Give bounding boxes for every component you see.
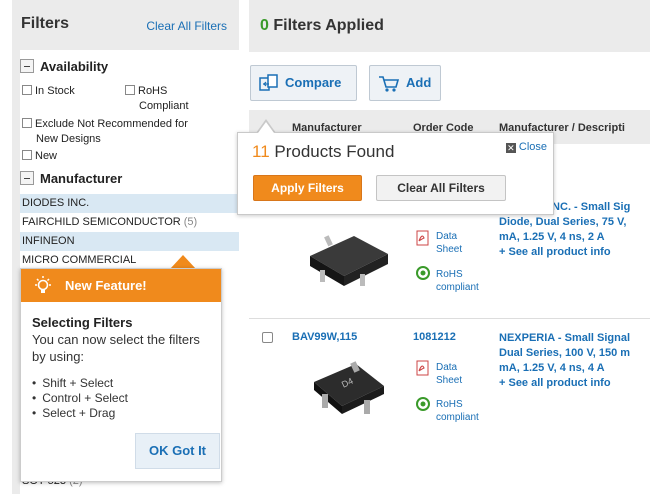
close-icon[interactable]: ✕ [505,143,516,153]
manufacturer-option[interactable]: FAIRCHILD SEMICONDUCTOR (5) [20,213,239,232]
new-feature-body: You can now select the filters by using: [32,332,200,364]
ok-got-it-button[interactable]: OK Got It [135,433,220,469]
list-item: Shift + Select [32,376,128,391]
apply-filters-button[interactable]: Apply Filters [253,175,362,201]
cart-icon [379,76,400,92]
filters-applied-bar: 0 Filters Applied [249,0,650,52]
datasheet-link[interactable]: Data Sheet [436,230,462,256]
see-all-product-info-link[interactable]: + See all product info [499,376,650,391]
lightbulb-icon [35,276,51,293]
rohs-icon [416,266,430,285]
rohs-compliant-label: RoHS compliant [436,269,479,293]
manufacturer-part-link[interactable]: BAV99W,115 [292,331,357,343]
row-divider [249,318,650,319]
sot323-chip-image: D4 [292,352,404,432]
product-image[interactable]: D4 [292,352,404,432]
collapse-icon[interactable] [20,171,34,185]
popover-pointer-inner [258,122,274,133]
new-feature-header: New Feature! [21,269,221,302]
checkbox[interactable] [22,85,32,95]
clear-all-filters-button[interactable]: Clear All Filters [376,175,506,201]
checkbox[interactable] [22,118,32,128]
collapse-icon[interactable] [20,59,34,73]
manufacturer-list[interactable]: DIODES INC. FAIRCHILD SEMICONDUCTOR (5) … [20,194,239,270]
list-item: Select + Drag [32,406,128,421]
rohs-compliant-checkbox[interactable]: RoHS Compliant [125,84,189,114]
new-feature-title: Selecting Filters [32,315,133,330]
checkbox[interactable] [22,150,32,160]
new-checkbox[interactable]: New [22,149,57,164]
product-description[interactable]: NEXPERIA - Small Signal Dual Series, 100… [499,331,650,391]
compare-button[interactable]: Compare [250,65,357,101]
manufacturer-option[interactable]: INFINEON [20,232,239,251]
in-stock-checkbox[interactable]: In Stock [22,84,75,99]
products-found-title: 11 Products Found [252,142,395,161]
sot23-chip-image [292,214,404,309]
sidebar-title: Filters [21,15,70,32]
order-code-link[interactable]: 1081212 [413,331,456,343]
add-to-cart-button[interactable]: Add [369,65,441,101]
products-found-popover: 11 Products Found ✕ Close Apply Filters C… [237,132,554,215]
checkbox[interactable] [125,85,135,95]
compare-icon [259,74,278,91]
sidebar-header: Filters Clear All Filters [12,0,239,50]
exclude-nrnd-checkbox[interactable]: Exclude Not Recommended for New Designs [22,117,188,147]
new-feature-popover: New Feature! Selecting Filters You can n… [20,268,222,482]
datasheet-link[interactable]: Data Sheet [436,361,462,387]
list-item: Control + Select [32,391,128,406]
product-image[interactable] [292,214,404,309]
availability-heading[interactable]: Availability [20,59,108,74]
rohs-compliant-label: RoHS compliant [436,399,479,423]
see-all-product-info-link[interactable]: + See all product info [499,245,650,260]
rohs-icon [416,397,430,416]
manufacturer-heading[interactable]: Manufacturer [20,171,122,186]
manufacturer-option[interactable]: DIODES INC. [20,194,239,213]
close-popover-link[interactable]: ✕ Close [505,141,547,153]
clear-all-filters-link[interactable]: Clear All Filters [146,19,227,33]
pdf-icon[interactable] [416,230,430,251]
feature-popover-pointer [170,255,196,269]
new-feature-list: Shift + Select Control + Select Select +… [32,376,128,421]
filters-applied-title: 0 Filters Applied [260,17,384,34]
pdf-icon[interactable] [416,360,430,381]
row-select-checkbox[interactable] [262,332,273,343]
